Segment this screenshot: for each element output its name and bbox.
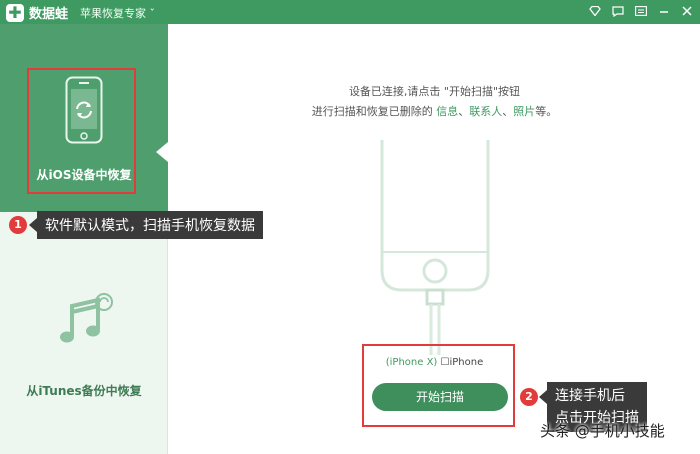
app-logo: ✚ 数据蛙 (6, 3, 68, 22)
close-icon[interactable] (680, 4, 694, 18)
active-pointer (156, 142, 168, 162)
separator: 、 (502, 105, 514, 118)
contacts-link: 联系人 (469, 105, 503, 118)
sidebar-item-itunes-recovery[interactable]: 从iTunes备份中恢复 (0, 272, 168, 432)
minimize-icon[interactable] (657, 4, 671, 18)
chat-icon[interactable] (611, 4, 625, 18)
diamond-icon[interactable] (588, 4, 602, 18)
instruction-suffix: 等。 (535, 105, 558, 118)
watermark: 头条 @手机小技能 (540, 422, 665, 440)
highlight-box-ios (27, 68, 136, 194)
menu-icon[interactable] (634, 4, 648, 18)
music-sync-icon (58, 292, 116, 352)
title-bar: ✚ 数据蛙 苹果恢复专家 ˇ (0, 0, 700, 24)
separator: 、 (458, 105, 470, 118)
plus-logo-icon: ✚ (6, 3, 24, 22)
photos-link: 照片 (513, 105, 536, 118)
highlight-box-start (362, 344, 515, 427)
product-dropdown[interactable]: 苹果恢复专家 ˇ (80, 5, 155, 21)
step-badge-1: 1 (9, 216, 27, 234)
connected-phone-illustration (379, 140, 491, 359)
tip-arrow (29, 218, 37, 232)
tooltip-line-1: 连接手机后 (555, 388, 625, 404)
sidebar-item-label: 从iTunes备份中恢复 (26, 384, 142, 398)
window-controls (588, 4, 694, 18)
app-name: 数据蛙 (29, 7, 69, 22)
step-badge-2: 2 (520, 388, 538, 406)
messages-link: 信息 (436, 105, 459, 118)
instruction-line-2: 进行扫描和恢复已删除的 信息、联系人、照片等。 (169, 102, 700, 122)
instruction-prefix: 进行扫描和恢复已删除的 (311, 105, 437, 118)
instruction-line-1: 设备已连接,请点击 "开始扫描"按钮 (348, 85, 521, 98)
tip-arrow (539, 390, 547, 404)
instruction-text: 设备已连接,请点击 "开始扫描"按钮 进行扫描和恢复已删除的 信息、联系人、照片… (169, 82, 700, 122)
tooltip-default-mode: 软件默认模式，扫描手机恢复数据 (37, 211, 263, 239)
